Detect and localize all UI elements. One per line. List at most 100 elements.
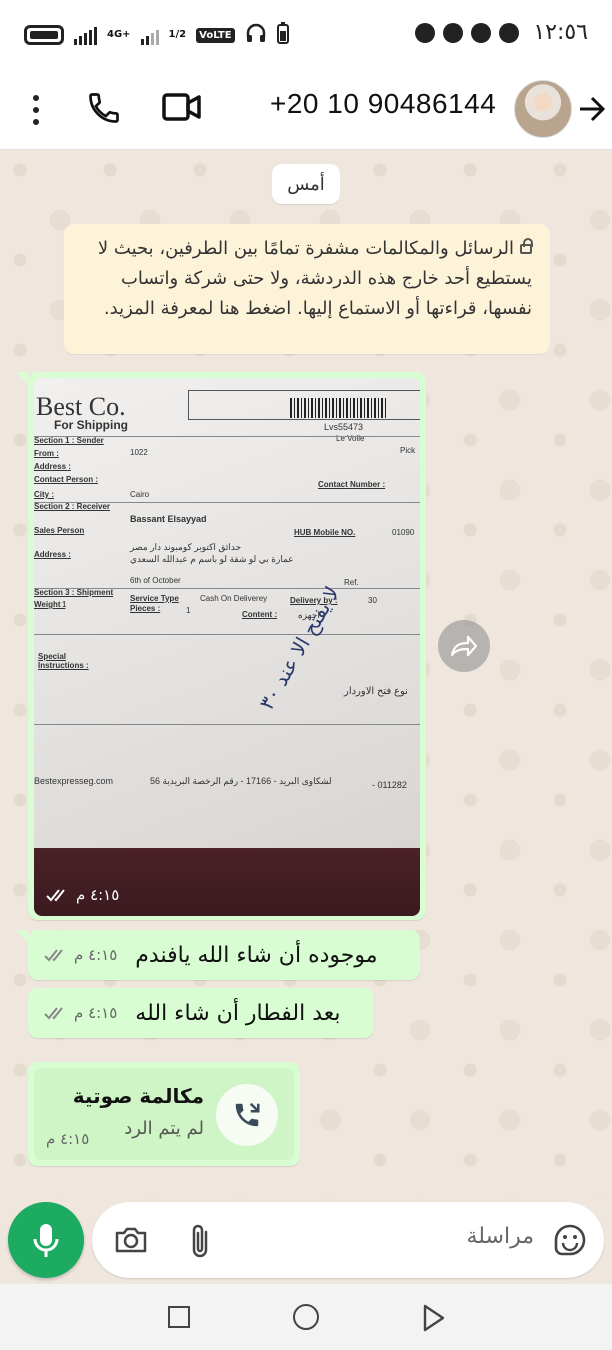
tracking-number: Lvs55473 <box>324 422 364 432</box>
messenger-icon <box>471 22 492 43</box>
volte-badge: VoLTE <box>196 27 235 43</box>
mic-button[interactable] <box>8 1202 84 1278</box>
address-label: Address : <box>34 462 71 471</box>
message-text: بعد الفطار أن شاء الله <box>135 1000 341 1026</box>
city-value: Cairo <box>130 490 150 499</box>
alarm-icon-2 <box>499 22 520 43</box>
address2-label: Address : <box>34 550 71 559</box>
call-title: مكالمة صوتية <box>72 1084 204 1108</box>
call-time: ٤:١٥ م <box>46 1130 90 1148</box>
message-meta: ٤:١٥ م <box>44 946 117 964</box>
missed-call-message[interactable]: مكالمة صوتية لم يتم الرد ٤:١٥ م <box>28 1062 300 1166</box>
ref-label: Ref. <box>344 578 359 587</box>
battery-small-icon <box>276 22 289 48</box>
text-message[interactable]: ٤:١٥ م موجوده أن شاء الله يافندم <box>16 930 420 980</box>
phone-icon[interactable] <box>86 88 122 132</box>
message-time: ٤:١٥ م <box>74 946 118 964</box>
address-ar-1: حدائق اكتوبر كومبوند دار مصر <box>130 542 242 552</box>
sim-fraction: 1/2 <box>168 29 187 40</box>
area-value: 6th of October <box>130 576 181 585</box>
call-card[interactable]: مكالمة صوتية لم يتم الرد ٤:١٥ م <box>34 1068 294 1160</box>
chat-header: +20 10 90486144 <box>0 70 612 150</box>
pick-label: Pick <box>400 446 416 455</box>
lock-icon <box>520 238 533 254</box>
attach-icon[interactable] <box>188 1222 214 1264</box>
image-message[interactable]: Best Co. For Shipping Lvs55473 Le Volle … <box>16 372 426 920</box>
message-input-bar[interactable]: مراسلة <box>92 1202 604 1278</box>
contact-number[interactable]: +20 10 90486144 <box>270 88 496 120</box>
forward-icon <box>450 635 478 657</box>
from-value: 1022 <box>130 448 148 457</box>
message-text: موجوده أن شاء الله يافندم <box>135 942 378 968</box>
text-message[interactable]: ٤:١٥ م بعد الفطار أن شاء الله <box>28 988 374 1038</box>
double-check-icon <box>44 949 63 962</box>
address-ar-2: عمارة بي لو شقة لو باسم م عبدالله السعدي <box>130 554 294 564</box>
back-arrow-icon[interactable] <box>578 92 606 130</box>
contact-number-label: Contact Number : <box>318 480 386 489</box>
double-check-icon <box>46 889 65 902</box>
status-right: ١٢:٥٦ <box>415 20 588 45</box>
contact-person-label: Contact Person : <box>34 475 99 484</box>
message-input[interactable]: مراسلة <box>466 1224 534 1249</box>
section-sender: Section 1 : Sender <box>34 436 104 445</box>
menu-icon[interactable] <box>28 92 44 128</box>
video-icon[interactable] <box>162 90 202 128</box>
weight-label: Weight : <box>34 600 66 609</box>
footer-website: Bestexpresseg.com <box>34 776 114 786</box>
headphones-icon <box>245 23 267 47</box>
pieces-label: Pieces : <box>130 604 161 613</box>
message-time: ٤:١٥ م <box>74 1004 118 1022</box>
call-status: لم يتم الرد <box>124 1118 204 1139</box>
service-type-value: Cash On Deliverey <box>200 594 268 603</box>
order-type: نوع فتح الاوردار <box>344 686 408 697</box>
forward-button[interactable] <box>438 620 490 672</box>
alarm-icon <box>415 22 436 43</box>
status-time: ١٢:٥٦ <box>533 20 588 45</box>
delivery-by-value: 30 <box>368 596 377 605</box>
image-message-meta: ٤:١٥ م <box>46 886 119 904</box>
section-shipment: Section 3 : Shipment <box>34 588 114 597</box>
image-message-time: ٤:١٥ م <box>76 886 120 904</box>
recents-icon[interactable] <box>168 1306 190 1328</box>
back-icon[interactable] <box>422 1304 446 1336</box>
encryption-notice[interactable]: الرسائل والمكالمات مشفرة تمامًا بين الطر… <box>64 224 550 354</box>
city-label: City : <box>34 490 54 499</box>
encryption-notice-text: الرسائل والمكالمات مشفرة تمامًا بين الطر… <box>97 238 532 319</box>
chat-area[interactable]: أمس الرسائل والمكالمات مشفرة تمامًا بين … <box>0 150 612 1200</box>
content-label: Content : <box>242 610 278 619</box>
section-receiver: Section 2 : Receiver <box>34 502 111 511</box>
double-check-icon <box>44 1007 63 1020</box>
status-left: 4G+ 1/2 VoLTE <box>24 22 289 48</box>
barcode <box>290 398 386 418</box>
shipping-label: Best Co. For Shipping Lvs55473 Le Volle … <box>34 378 420 848</box>
mic-icon <box>33 1224 59 1257</box>
pieces-value: 1 <box>186 606 191 615</box>
service-type-label: Service Type <box>130 594 179 603</box>
receiver-name: Bassant Elsayyad <box>130 514 207 524</box>
from-label: From : <box>34 449 59 458</box>
hub-mobile-label: HUB Mobile NO. <box>294 528 356 537</box>
network-type: 4G+ <box>107 29 131 40</box>
footer-phone: - 011282 <box>372 780 407 790</box>
shipping-label-photo[interactable]: Best Co. For Shipping Lvs55473 Le Volle … <box>34 378 420 916</box>
avatar[interactable] <box>514 80 572 138</box>
signal-icon-2 <box>140 25 159 45</box>
facebook-icon <box>443 22 464 43</box>
label-logo-sub: For Shipping <box>54 418 128 432</box>
hub-mobile-value: 01090 <box>392 528 415 537</box>
sticker-icon[interactable] <box>552 1222 588 1262</box>
sales-person-label: Sales Person <box>34 526 85 535</box>
status-bar: 4G+ 1/2 VoLTE ١٢:٥٦ <box>0 0 612 70</box>
weight-value: 1 <box>62 600 67 609</box>
special-instructions-label: Special Instructions : <box>38 652 89 670</box>
signal-icon <box>74 25 97 45</box>
message-meta: ٤:١٥ م <box>44 1004 117 1022</box>
footer-arabic: لشكاوى البريد - 17166 - رقم الرخصة البري… <box>150 776 332 786</box>
call-back-button[interactable] <box>216 1084 278 1146</box>
system-nav-bar <box>0 1284 612 1350</box>
battery-icon <box>24 25 64 45</box>
missed-call-icon <box>235 1102 260 1127</box>
date-divider: أمس <box>272 164 340 204</box>
camera-icon[interactable] <box>114 1226 148 1258</box>
home-icon[interactable] <box>293 1304 319 1330</box>
